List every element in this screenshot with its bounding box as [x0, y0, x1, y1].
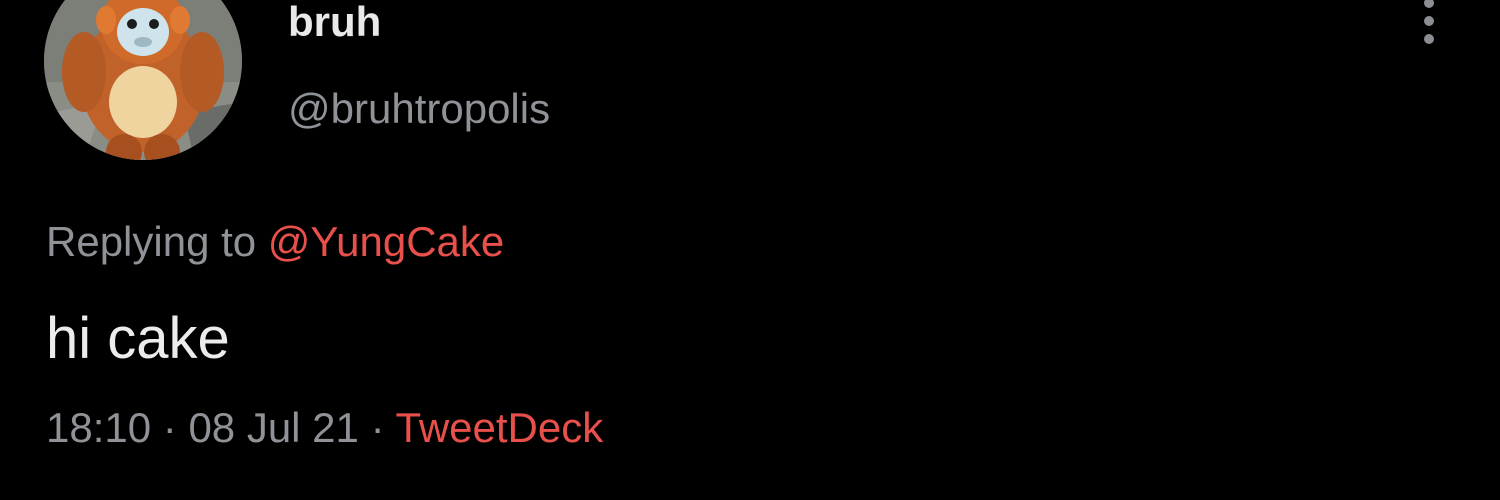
- tweet-source-link[interactable]: TweetDeck: [395, 404, 603, 451]
- tweet-meta: 18:10 · 08 Jul 21 · TweetDeck: [46, 402, 603, 454]
- more-vertical-icon-dot: [1424, 16, 1434, 26]
- meta-separator: ·: [358, 404, 396, 451]
- tweet-date[interactable]: 08 Jul 21: [188, 404, 358, 451]
- reply-mention-link[interactable]: @YungCake: [268, 218, 504, 265]
- meta-separator: ·: [151, 404, 189, 451]
- user-avatar[interactable]: [44, 0, 242, 160]
- tweet-text: hi cake: [46, 306, 230, 371]
- more-vertical-icon: [1424, 0, 1434, 8]
- display-name[interactable]: bruh: [288, 0, 381, 46]
- replying-to-label: Replying to: [46, 218, 268, 265]
- more-options-button[interactable]: [1412, 0, 1446, 50]
- more-vertical-icon-dot: [1424, 34, 1434, 44]
- tweet-card: bruh @bruhtropolis Replying to @YungCake…: [0, 0, 1500, 500]
- user-handle[interactable]: @bruhtropolis: [288, 84, 550, 134]
- replying-to-line: Replying to @YungCake: [46, 216, 504, 268]
- monkey-avatar-icon: [44, 0, 242, 160]
- tweet-time[interactable]: 18:10: [46, 404, 151, 451]
